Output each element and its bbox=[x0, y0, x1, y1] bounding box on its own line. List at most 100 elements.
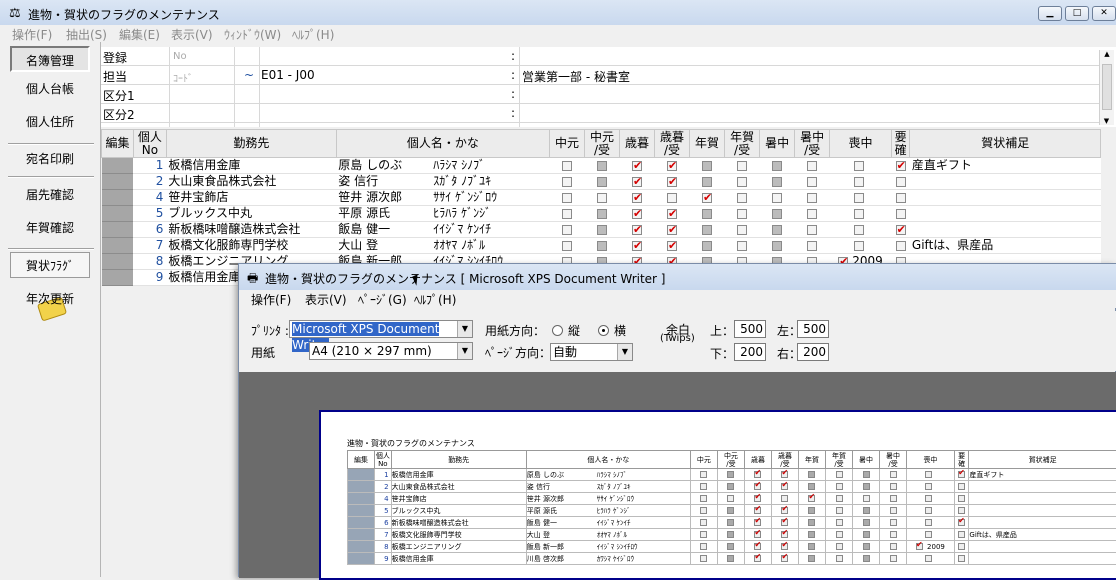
edit-cell[interactable] bbox=[348, 469, 375, 481]
flag-checkbox[interactable] bbox=[781, 555, 788, 562]
flag-checkbox[interactable] bbox=[737, 209, 747, 219]
confirm-checkbox[interactable] bbox=[896, 225, 906, 235]
flag-checkbox[interactable] bbox=[702, 225, 712, 235]
flag-checkbox[interactable] bbox=[854, 161, 864, 171]
flag-checkbox[interactable] bbox=[702, 209, 712, 219]
flag-checkbox[interactable] bbox=[863, 519, 870, 526]
flag-checkbox[interactable] bbox=[890, 531, 897, 538]
flag-checkbox[interactable] bbox=[836, 471, 843, 478]
edit-cell[interactable] bbox=[102, 174, 134, 190]
flag-checkbox[interactable] bbox=[808, 483, 815, 490]
confirm-checkbox[interactable] bbox=[896, 241, 906, 251]
flag-checkbox[interactable] bbox=[925, 531, 932, 538]
staff-code-field[interactable]: ｺｰﾄﾞ bbox=[173, 70, 193, 85]
maximize-button[interactable]: □ bbox=[1065, 6, 1089, 21]
confirm-checkbox[interactable] bbox=[958, 519, 965, 526]
flag-checkbox[interactable] bbox=[597, 209, 607, 219]
flag-checkbox[interactable] bbox=[597, 225, 607, 235]
flag-checkbox[interactable] bbox=[737, 193, 747, 203]
edit-cell[interactable] bbox=[102, 222, 134, 238]
flag-checkbox[interactable] bbox=[890, 471, 897, 478]
flag-checkbox[interactable] bbox=[772, 161, 782, 171]
flag-checkbox[interactable] bbox=[890, 555, 897, 562]
flag-checkbox[interactable] bbox=[772, 193, 782, 203]
flag-checkbox[interactable] bbox=[890, 495, 897, 502]
flag-checkbox[interactable] bbox=[737, 241, 747, 251]
edit-cell[interactable] bbox=[348, 481, 375, 493]
flag-checkbox[interactable] bbox=[925, 495, 932, 502]
flag-checkbox[interactable] bbox=[737, 177, 747, 187]
flag-checkbox[interactable] bbox=[807, 225, 817, 235]
menu-help[interactable]: ﾍﾙﾌﾟ(H) bbox=[292, 26, 334, 43]
flag-checkbox[interactable] bbox=[597, 177, 607, 187]
flag-checkbox[interactable] bbox=[836, 519, 843, 526]
table-row[interactable]: 6新板橋味噌醸造株式会社飯島 健一ｲｲｼﾞﾏ ｹﾝｲﾁ bbox=[102, 222, 1101, 238]
register-no-field[interactable]: No bbox=[173, 51, 187, 62]
edit-cell[interactable] bbox=[102, 270, 134, 286]
flag-checkbox[interactable] bbox=[890, 483, 897, 490]
flag-checkbox[interactable] bbox=[772, 241, 782, 251]
nav-personal-address[interactable]: 個人住所 bbox=[10, 109, 90, 135]
flag-checkbox[interactable] bbox=[863, 507, 870, 514]
flag-checkbox[interactable] bbox=[632, 193, 642, 203]
table-row[interactable]: 5ブルックス中丸平原 源氏ﾋﾗﾊﾗ ｹﾞﾝｼﾞ bbox=[348, 505, 1116, 517]
flag-checkbox[interactable] bbox=[700, 507, 707, 514]
flag-checkbox[interactable] bbox=[925, 471, 932, 478]
table-row[interactable]: 5ブルックス中丸平原 源氏ﾋﾗﾊﾗ ｹﾞﾝｼﾞ bbox=[102, 206, 1101, 222]
table-row[interactable]: 4笹井宝飾店笹井 源次郎ｻｻｲ ｹﾞﾝｼﾞﾛｳ bbox=[348, 493, 1116, 505]
chevron-down-icon[interactable]: ▼ bbox=[617, 344, 632, 360]
flag-checkbox[interactable] bbox=[781, 531, 788, 538]
confirm-checkbox[interactable] bbox=[896, 161, 906, 171]
flag-checkbox[interactable] bbox=[632, 225, 642, 235]
flag-checkbox[interactable] bbox=[854, 193, 864, 203]
edit-cell[interactable] bbox=[348, 493, 375, 505]
flag-checkbox[interactable] bbox=[754, 555, 761, 562]
flag-checkbox[interactable] bbox=[700, 495, 707, 502]
flag-checkbox[interactable] bbox=[754, 495, 761, 502]
margin-bottom-input[interactable]: 200 bbox=[734, 343, 766, 361]
flag-checkbox[interactable] bbox=[807, 209, 817, 219]
form-scrollbar[interactable]: ▲ ▼ bbox=[1099, 50, 1114, 125]
table-row[interactable]: 8板橋エンジニアリング飯島 新一郎ｲｲｼﾞﾏ ｼﾝｲﾁﾛｳ2009 bbox=[348, 541, 1116, 553]
preview-area[interactable]: 進物・賀状のフラグのメンテナンス 編集個人No勤務先個人名・かな中元中元/受歳暮… bbox=[239, 372, 1116, 578]
flag-checkbox[interactable] bbox=[562, 161, 572, 171]
flag-checkbox[interactable] bbox=[700, 471, 707, 478]
flag-checkbox[interactable] bbox=[754, 531, 761, 538]
flag-checkbox[interactable] bbox=[890, 507, 897, 514]
confirm-checkbox[interactable] bbox=[958, 555, 965, 562]
flag-checkbox[interactable] bbox=[754, 519, 761, 526]
flag-checkbox[interactable] bbox=[854, 177, 864, 187]
nav-delivery-check[interactable]: 届先確認 bbox=[10, 182, 90, 208]
menu-edit[interactable]: 編集(E) bbox=[119, 26, 160, 43]
flag-checkbox[interactable] bbox=[916, 543, 923, 550]
confirm-checkbox[interactable] bbox=[896, 209, 906, 219]
flag-checkbox[interactable] bbox=[925, 507, 932, 514]
chevron-down-icon[interactable]: ▼ bbox=[457, 321, 472, 337]
flag-checkbox[interactable] bbox=[632, 177, 642, 187]
flag-checkbox[interactable] bbox=[562, 209, 572, 219]
nav-personal-ledger[interactable]: 個人台帳 bbox=[10, 76, 90, 102]
flag-checkbox[interactable] bbox=[700, 531, 707, 538]
flag-checkbox[interactable] bbox=[836, 507, 843, 514]
nav-newyear-check[interactable]: 年賀確認 bbox=[10, 215, 90, 241]
flag-checkbox[interactable] bbox=[754, 471, 761, 478]
table-row[interactable]: 9板橋信用金庫川島 啓次郎ｶﾜｼﾏ ｹｲｼﾞﾛｳ bbox=[348, 553, 1116, 565]
margin-right-input[interactable]: 200 bbox=[797, 343, 829, 361]
chevron-down-icon[interactable]: ▼ bbox=[457, 343, 472, 359]
flag-checkbox[interactable] bbox=[890, 519, 897, 526]
edit-cell[interactable] bbox=[102, 238, 134, 254]
table-row[interactable]: 1板橋信用金庫原島 しのぶﾊﾗｼﾏ ｼﾉﾌﾞ産直ギフト bbox=[102, 158, 1101, 174]
edit-cell[interactable] bbox=[348, 517, 375, 529]
flag-checkbox[interactable] bbox=[890, 543, 897, 550]
flag-checkbox[interactable] bbox=[854, 225, 864, 235]
flag-checkbox[interactable] bbox=[702, 241, 712, 251]
flag-checkbox[interactable] bbox=[702, 193, 712, 203]
flag-checkbox[interactable] bbox=[667, 161, 677, 171]
flag-checkbox[interactable] bbox=[863, 543, 870, 550]
dialog-menu-help[interactable]: ﾍﾙﾌﾟ(H) bbox=[414, 291, 456, 308]
edit-cell[interactable] bbox=[102, 206, 134, 222]
flag-checkbox[interactable] bbox=[597, 241, 607, 251]
edit-cell[interactable] bbox=[102, 158, 134, 174]
confirm-checkbox[interactable] bbox=[958, 531, 965, 538]
table-row[interactable]: 2大山東食品株式会社姿 信行ｽｶﾞﾀ ﾉﾌﾞﾕｷ bbox=[102, 174, 1101, 190]
